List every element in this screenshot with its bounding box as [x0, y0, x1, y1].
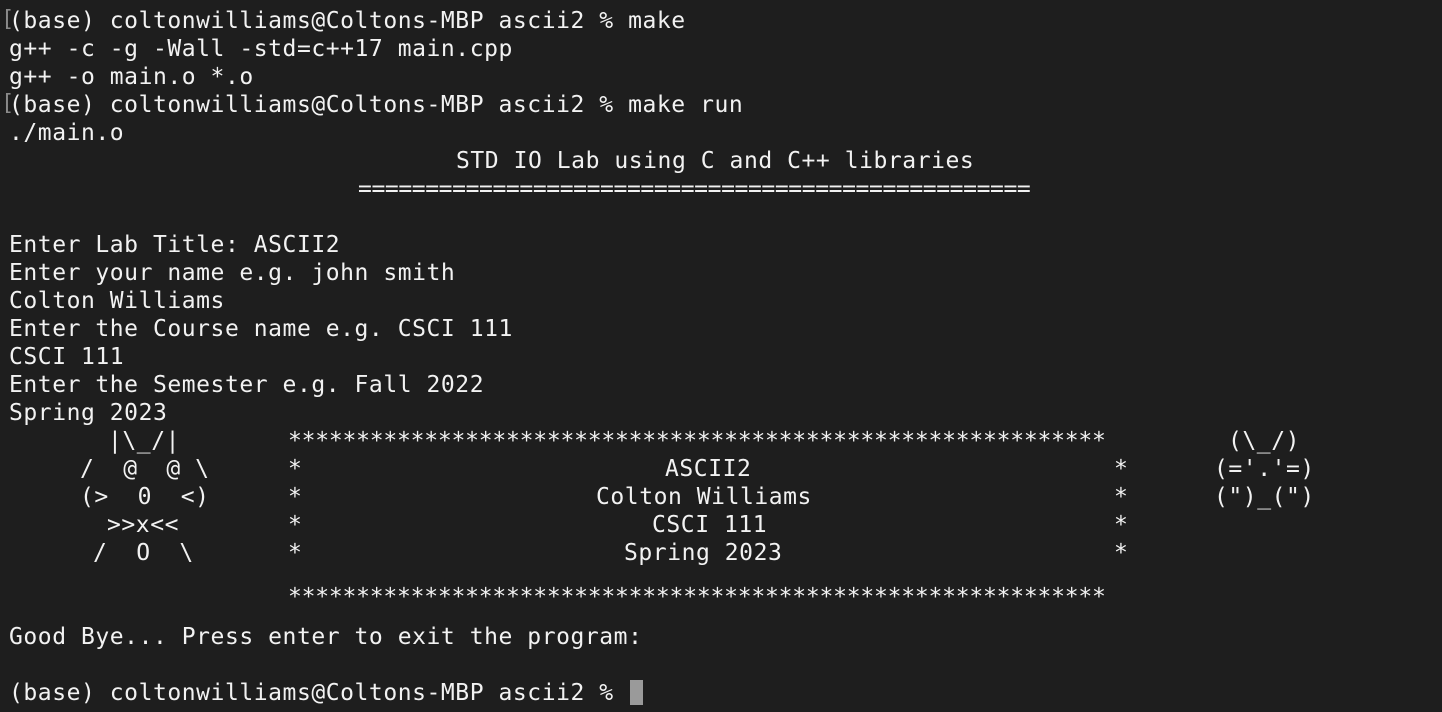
prompt-text: (base) coltonwilliams@Coltons-MBP ascii2…	[9, 680, 614, 706]
program-title: STD IO Lab using C and C++ libraries	[456, 148, 975, 174]
output-line: CSCI 111	[9, 344, 125, 370]
ascii-art-left-row: / O \	[93, 540, 194, 566]
box-side-left: *	[288, 540, 303, 566]
output-line: g++ -c -g -Wall -std=c++17 main.cpp	[9, 36, 513, 62]
terminal-window[interactable]: [ [ (base) coltonwilliams@Coltons-MBP as…	[0, 0, 1442, 712]
ascii-art-left-row: / @ @ \	[80, 456, 210, 482]
command-line: (base) coltonwilliams@Coltons-MBP ascii2…	[9, 92, 744, 118]
ascii-art-right-row: (\_/)	[1228, 428, 1300, 454]
box-bottom-border: ****************************************…	[288, 584, 1106, 610]
box-row-semester: Spring 2023	[624, 540, 783, 566]
output-line: Good Bye... Press enter to exit the prog…	[9, 624, 643, 650]
ascii-art-left-row: (> 0 <)	[80, 484, 210, 510]
box-side-right: *	[1114, 540, 1129, 566]
title-underline: ========================================…	[358, 176, 1031, 202]
command-line: (base) coltonwilliams@Coltons-MBP ascii2…	[9, 8, 686, 34]
text-cursor	[630, 680, 644, 705]
box-row-name: Colton Williams	[596, 484, 812, 510]
box-side-right: *	[1114, 456, 1129, 482]
output-line: g++ -o main.o *.o	[9, 64, 254, 90]
prompt-line[interactable]: (base) coltonwilliams@Coltons-MBP ascii2…	[9, 679, 644, 707]
ascii-art-left-row: |\_/|	[108, 428, 180, 454]
box-side-right: *	[1114, 484, 1129, 510]
box-side-left: *	[288, 484, 303, 510]
box-side-right: *	[1114, 512, 1129, 538]
output-line: Enter the Semester e.g. Fall 2022	[9, 372, 485, 398]
box-side-left: *	[288, 512, 303, 538]
output-line: Enter your name e.g. john smith	[9, 260, 456, 286]
output-line: Colton Williams	[9, 288, 225, 314]
output-line: Enter Lab Title: ASCII2	[9, 232, 341, 258]
box-row-title: ASCII2	[665, 456, 752, 482]
output-line: ./main.o	[9, 120, 125, 146]
box-top-border: ****************************************…	[288, 428, 1106, 454]
output-line: Enter the Course name e.g. CSCI 111	[9, 316, 513, 342]
box-side-left: *	[288, 456, 303, 482]
output-line: Spring 2023	[9, 400, 168, 426]
ascii-art-left-row: >>x<<	[107, 512, 179, 538]
box-row-course: CSCI 111	[652, 512, 768, 538]
ascii-art-right-row: (='.'=)	[1214, 456, 1315, 482]
ascii-art-right-row: (")_(")	[1214, 484, 1315, 510]
